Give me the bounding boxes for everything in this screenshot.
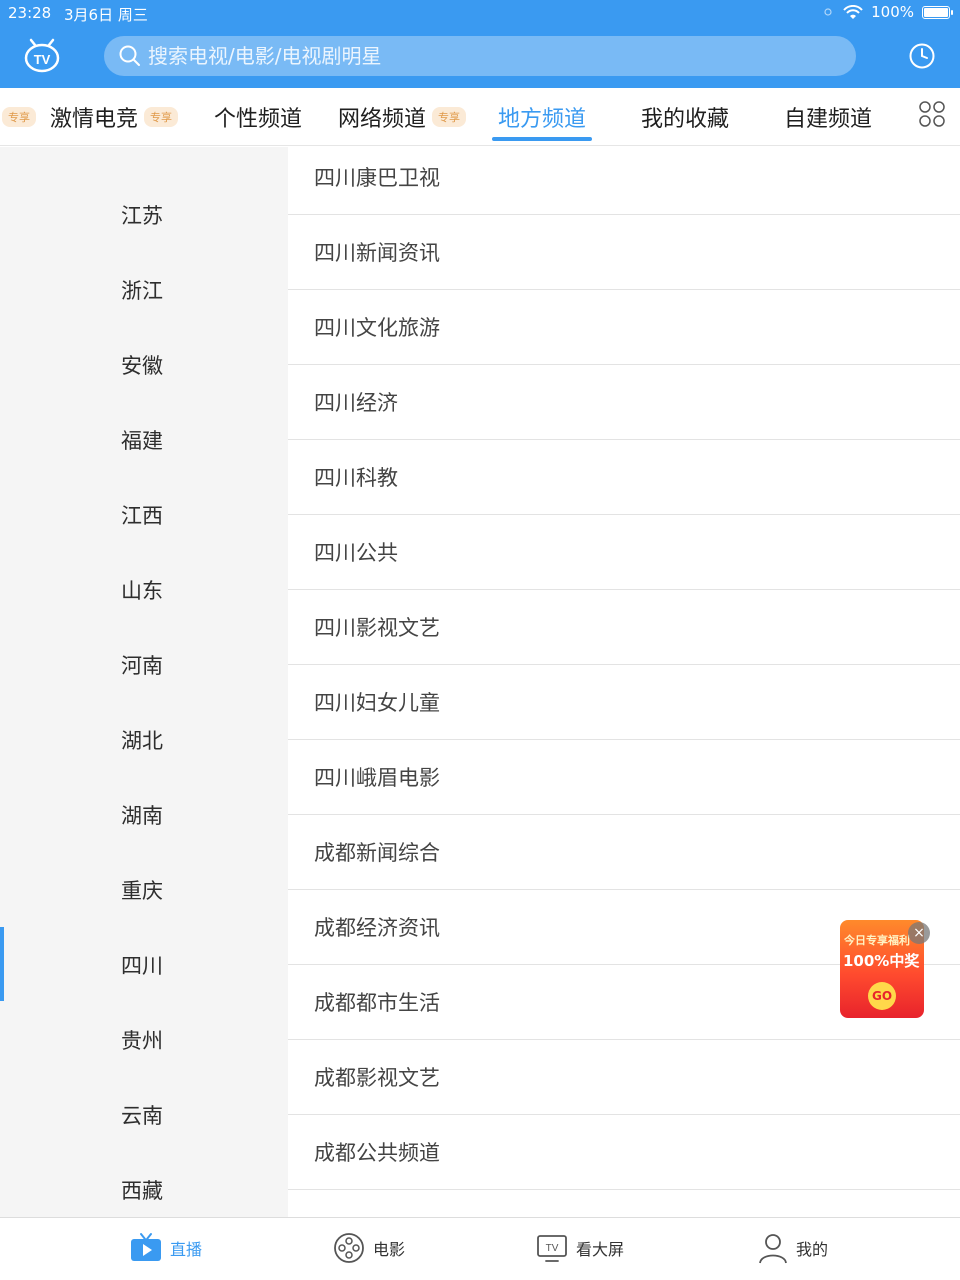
channel-item[interactable]: 成都影视文艺 <box>288 1040 960 1115</box>
tab-label: 激情电竞 <box>50 107 139 132</box>
exclusive-badge: 专享 <box>144 107 179 127</box>
province-item[interactable]: 云南 <box>0 1077 288 1152</box>
channel-item[interactable]: 四川文化旅游 <box>288 290 960 365</box>
search-icon <box>119 45 140 66</box>
province-item[interactable]: 上海 <box>0 147 288 160</box>
tv-screen-icon: TV <box>537 1235 567 1262</box>
brightness-icon <box>824 8 832 16</box>
channel-item[interactable]: 四川经济 <box>288 365 960 440</box>
nav-label: 直播 <box>170 1240 203 1259</box>
channel-item-partial[interactable] <box>288 1190 960 1217</box>
channel-item[interactable]: 四川峨眉电影 <box>288 740 960 815</box>
battery-icon <box>922 5 953 19</box>
tab-label: 自建频道 <box>784 107 873 132</box>
province-item-selected[interactable]: 四川 <box>0 927 288 1002</box>
nav-big-screen[interactable]: TV 看大屏 <box>536 1232 624 1264</box>
status-right: 100% <box>821 3 953 21</box>
svg-text:TV: TV <box>546 1243 559 1254</box>
province-item[interactable]: 湖南 <box>0 777 288 852</box>
channel-item[interactable]: 四川公共 <box>288 515 960 590</box>
close-icon[interactable]: × <box>908 922 930 944</box>
channel-item[interactable]: 成都新闻综合 <box>288 815 960 890</box>
channel-item[interactable]: 四川新闻资讯 <box>288 215 960 290</box>
category-tabs: 专享 激情电竞 专享 个性频道 网络频道 专享 地方频道 我的收藏 自建频道 <box>0 88 960 146</box>
user-icon <box>759 1234 787 1264</box>
promo-line2: 100%中奖 <box>843 952 920 970</box>
province-item[interactable]: 西藏 <box>0 1152 288 1217</box>
channel-item[interactable]: 四川科教 <box>288 440 960 515</box>
province-item[interactable]: 河南 <box>0 627 288 702</box>
category-grid-icon[interactable] <box>918 100 946 128</box>
channel-item[interactable]: 成都公共频道 <box>288 1115 960 1190</box>
province-item[interactable]: 贵州 <box>0 1002 288 1077</box>
promo-banner[interactable]: 今日专享福利 100%中奖 GO × <box>840 920 930 1018</box>
province-item[interactable]: 福建 <box>0 402 288 477</box>
status-time: 23:28 <box>8 4 52 22</box>
nav-movies[interactable]: 电影 <box>333 1232 405 1264</box>
app-logo-icon[interactable]: TV <box>22 36 62 76</box>
battery-percent: 100% <box>871 3 914 21</box>
province-item[interactable]: 山东 <box>0 552 288 627</box>
tv-play-icon <box>131 1233 161 1261</box>
tab-custom[interactable]: 自建频道 <box>784 88 872 146</box>
nav-live[interactable]: 直播 <box>130 1232 202 1264</box>
channel-item[interactable]: 四川康巴卫视 <box>288 147 960 215</box>
province-item[interactable]: 江苏 <box>0 177 288 252</box>
tab-label: 个性频道 <box>214 107 303 132</box>
exclusive-badge: 专享 <box>432 107 467 127</box>
app-header: 23:28 3月6日 周三 100% TV <box>0 0 960 88</box>
wifi-icon <box>843 4 863 19</box>
province-sidebar[interactable]: 上海 江苏 浙江 安徽 福建 江西 山东 河南 湖北 湖南 重庆 四川 贵州 云… <box>0 147 288 1217</box>
nav-label: 看大屏 <box>576 1240 625 1259</box>
tab-favorites[interactable]: 我的收藏 <box>641 88 729 146</box>
search-input[interactable] <box>148 44 748 68</box>
tab-personal[interactable]: 个性频道 <box>214 88 302 146</box>
search-bar[interactable] <box>104 36 856 76</box>
promo-go-button[interactable]: GO <box>868 982 896 1010</box>
tab-esports[interactable]: 专享 激情电竞 专享 <box>2 88 179 146</box>
channel-list[interactable]: 四川康巴卫视 四川新闻资讯 四川文化旅游 四川经济 四川科教 四川公共 四川影视… <box>288 147 960 1217</box>
tab-network[interactable]: 网络频道 专享 <box>338 88 467 146</box>
tab-label: 网络频道 <box>338 107 427 132</box>
promo-line1: 今日专享福利 <box>844 934 910 947</box>
bottom-navigation: 直播 电影 TV 看大屏 我的 <box>0 1217 960 1280</box>
status-date: 3月6日 周三 <box>64 6 148 24</box>
exclusive-badge: 专享 <box>2 107 36 127</box>
province-item[interactable]: 江西 <box>0 477 288 552</box>
nav-label: 我的 <box>796 1240 829 1259</box>
tab-label: 地方频道 <box>498 107 587 132</box>
history-clock-icon[interactable] <box>908 42 936 70</box>
province-item[interactable]: 浙江 <box>0 252 288 327</box>
tab-label: 我的收藏 <box>641 107 730 132</box>
active-tab-indicator <box>492 137 593 141</box>
province-item[interactable]: 湖北 <box>0 702 288 777</box>
nav-label: 电影 <box>373 1240 406 1259</box>
svg-text:TV: TV <box>34 52 51 67</box>
channel-item[interactable]: 四川妇女儿童 <box>288 665 960 740</box>
nav-profile[interactable]: 我的 <box>758 1232 828 1264</box>
channel-item[interactable]: 四川影视文艺 <box>288 590 960 665</box>
tab-local[interactable]: 地方频道 <box>492 88 593 146</box>
province-item[interactable]: 安徽 <box>0 327 288 402</box>
film-reel-icon <box>334 1233 364 1263</box>
status-bar: 23:28 3月6日 周三 100% <box>0 0 960 26</box>
province-item[interactable]: 重庆 <box>0 852 288 927</box>
selected-province-indicator <box>0 927 4 1001</box>
